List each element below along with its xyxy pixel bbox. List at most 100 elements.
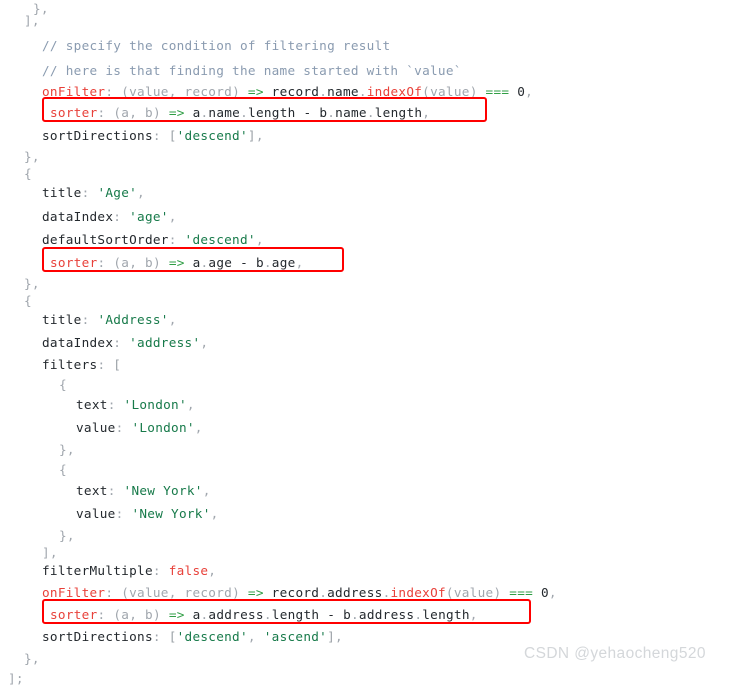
- code-token: },: [59, 442, 75, 457]
- code-token: .: [366, 105, 375, 120]
- code-token: value: [453, 585, 494, 600]
- csdn-watermark: CSDN @yehaocheng520: [524, 645, 706, 662]
- code-token: (: [422, 84, 431, 99]
- code-token: length: [271, 607, 320, 622]
- code-token: ,: [210, 506, 219, 521]
- code-token: 0: [509, 84, 526, 99]
- code-token: ,: [186, 397, 195, 412]
- code-token: length: [422, 607, 470, 622]
- code-token: :: [107, 397, 124, 412]
- code-token: -: [319, 607, 344, 622]
- code-token: 'Age': [97, 185, 138, 200]
- code-token: 'descend': [176, 128, 248, 143]
- code-token: :: [152, 563, 169, 578]
- code-token: name: [208, 105, 241, 120]
- code-token: text: [76, 483, 108, 498]
- code-token: ): [232, 585, 248, 600]
- code-line: sortDirections: ['descend', 'ascend'],: [0, 624, 343, 649]
- code-line: title: 'Address',: [0, 307, 177, 332]
- code-line: sorter: (a, b) => a.age - b.age,: [0, 250, 303, 275]
- code-token: ,: [255, 232, 264, 247]
- code-token: .: [350, 607, 359, 622]
- code-token: 'New York': [123, 483, 203, 498]
- code-token: address: [358, 607, 415, 622]
- code-token: record: [263, 84, 320, 99]
- code-token: sorter: [50, 105, 98, 120]
- code-token: =>: [247, 585, 264, 600]
- code-token: :: [113, 209, 130, 224]
- code-token: defaultSortOrder: [42, 232, 169, 247]
- code-token: ,: [194, 420, 203, 435]
- code-token: address: [327, 585, 383, 600]
- code-token: ): [493, 585, 510, 600]
- code-snippet-viewer: },],// specify the condition of filterin…: [0, 0, 753, 686]
- code-token: text: [76, 397, 108, 412]
- code-token: ): [152, 105, 169, 120]
- code-token: =>: [247, 84, 264, 99]
- code-token: ): [152, 607, 169, 622]
- code-token: ];: [8, 671, 24, 686]
- code-token: 'age': [129, 209, 169, 224]
- code-line: sorter: (a, b) => a.name.length - b.name…: [0, 100, 430, 125]
- code-token: 'London': [131, 420, 195, 435]
- code-token: indexOf: [390, 585, 446, 600]
- code-token: : (: [97, 607, 122, 622]
- code-token: ,: [335, 629, 343, 644]
- code-line: // specify the condition of filtering re…: [0, 33, 390, 58]
- code-token: name: [335, 105, 367, 120]
- code-token: :: [81, 312, 98, 327]
- code-token: ,: [137, 185, 145, 200]
- code-token: sortDirections: [42, 128, 153, 143]
- code-token: a, b: [121, 255, 153, 270]
- code-token: [: [168, 629, 177, 644]
- code-token: },: [59, 528, 75, 543]
- code-token: 'descend': [176, 629, 248, 644]
- code-token: // specify the condition of filtering re…: [42, 38, 391, 53]
- code-line: title: 'Age',: [0, 180, 145, 205]
- code-token: name: [327, 84, 359, 99]
- code-token: : (: [105, 84, 130, 99]
- code-token: dataIndex: [42, 209, 114, 224]
- code-token: .: [263, 607, 272, 622]
- code-token: {: [59, 377, 67, 392]
- code-token: ,: [525, 84, 534, 99]
- code-token: 'descend': [184, 232, 256, 247]
- code-token: filterMultiple: [42, 563, 153, 578]
- code-token: :: [107, 483, 124, 498]
- code-token: b: [255, 255, 264, 270]
- code-token: onFilter: [42, 585, 106, 600]
- code-token: ,: [202, 483, 211, 498]
- code-token: ,: [208, 563, 217, 578]
- code-token: age: [271, 255, 296, 270]
- code-token: .: [263, 255, 272, 270]
- code-token: length: [374, 105, 423, 120]
- code-token: =>: [168, 255, 185, 270]
- code-token: onFilter: [42, 84, 106, 99]
- code-token: :: [152, 128, 169, 143]
- code-token: {: [59, 462, 67, 477]
- code-token: :: [152, 629, 169, 644]
- code-token: :: [113, 335, 130, 350]
- code-token: ,: [295, 255, 304, 270]
- code-token: ,: [255, 128, 264, 143]
- code-token: ): [469, 84, 486, 99]
- code-token: ,: [168, 312, 177, 327]
- code-token: ],: [24, 13, 40, 28]
- code-token: age: [208, 255, 233, 270]
- code-token: record: [263, 585, 320, 600]
- code-token: filters: [42, 357, 98, 372]
- code-token: },: [24, 651, 40, 666]
- code-token: .: [327, 105, 336, 120]
- code-token: 0: [533, 585, 549, 600]
- code-token: ===: [509, 585, 534, 600]
- code-token: .: [240, 105, 249, 120]
- code-token: length: [248, 105, 296, 120]
- code-token: -: [232, 255, 256, 270]
- code-token: ,: [422, 105, 431, 120]
- code-token: ): [232, 84, 248, 99]
- code-token: ,: [548, 585, 557, 600]
- code-token: b: [343, 607, 351, 622]
- code-token: value, record: [129, 585, 233, 600]
- code-token: .: [319, 84, 328, 99]
- code-token: 'address': [129, 335, 201, 350]
